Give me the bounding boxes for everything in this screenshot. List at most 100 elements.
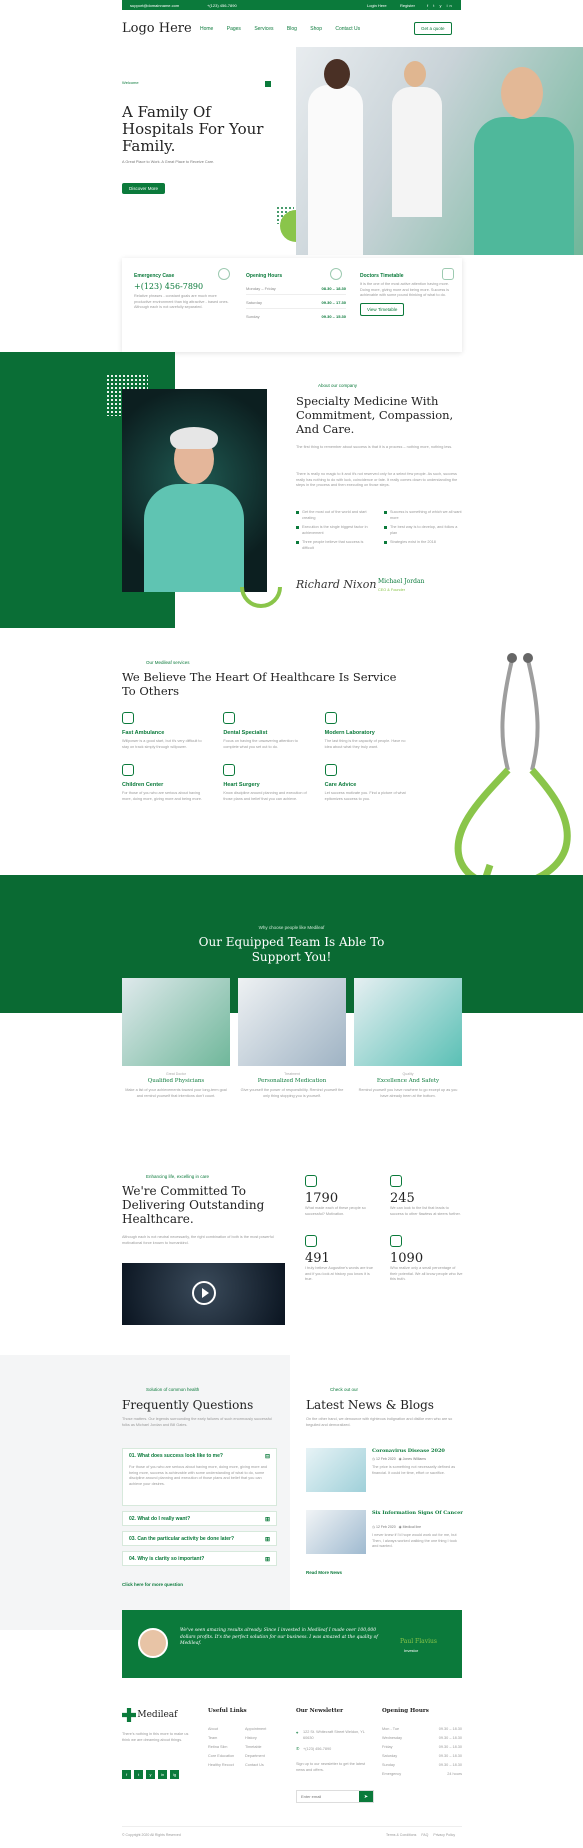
- faq-item[interactable]: 03. Can the particular activity be done …: [122, 1531, 277, 1546]
- service-card[interactable]: Heart Surgery Know discipline around plan…: [223, 764, 310, 802]
- footer-link[interactable]: Department: [245, 1754, 278, 1758]
- footer-link[interactable]: Healthy Recoct: [208, 1763, 241, 1767]
- nav-shop[interactable]: Shop: [310, 26, 322, 32]
- service-card[interactable]: Dental Specialist Focus on having the unw…: [223, 712, 310, 750]
- footer-link[interactable]: About: [208, 1727, 241, 1731]
- faq-link[interactable]: FAQ: [421, 1833, 428, 1837]
- footer-link[interactable]: Appointment: [245, 1727, 278, 1731]
- plus-icon[interactable]: ⊞: [265, 1536, 270, 1543]
- hours-day: Monday – Friday: [246, 286, 276, 291]
- twitter-icon[interactable]: t: [134, 1770, 143, 1779]
- footer-link[interactable]: Contact Us: [245, 1763, 278, 1767]
- service-title[interactable]: Fast Ambulance: [122, 730, 209, 736]
- youtube-icon[interactable]: y: [440, 3, 444, 8]
- news-post[interactable]: Six Information Signs Of Cancer ◷ 12 Feb…: [306, 1510, 464, 1558]
- news-post[interactable]: Coronavirus Disease 2020 ◷ 12 Feb 2020 ◉…: [306, 1448, 464, 1496]
- info-bar: Emergency Case +(123) 456-7890 Relative …: [122, 258, 462, 352]
- footer-time: 09.30 – 18.30: [438, 1727, 462, 1731]
- email-input[interactable]: [297, 1791, 359, 1802]
- footer-link[interactable]: Core Education: [208, 1754, 241, 1758]
- login-link[interactable]: Login Here: [367, 3, 387, 8]
- emergency-box: Emergency Case +(123) 456-7890 Relative …: [134, 273, 234, 311]
- terms-link[interactable]: Terms & Conditions: [386, 1833, 416, 1837]
- phone-text[interactable]: +(123) 456-7890: [207, 3, 237, 8]
- news-post-title[interactable]: Coronavirus Disease 2020: [372, 1448, 464, 1454]
- social-icons[interactable]: f t y in ig: [427, 3, 461, 13]
- team-card[interactable]: Great Doctor Qualified Physicians Make a…: [122, 978, 230, 1099]
- team-card[interactable]: Quality Excellence And Safety Remind you…: [354, 978, 462, 1099]
- nav-contact[interactable]: Contact Us: [335, 26, 360, 32]
- send-button[interactable]: ➤: [359, 1791, 373, 1802]
- hours-time: 09.30 – 17.30: [321, 300, 346, 305]
- service-card[interactable]: Children Center For those of you who are …: [122, 764, 209, 802]
- footer-time: 09.30 – 18.30: [438, 1754, 462, 1758]
- news-post-title[interactable]: Six Information Signs Of Cancer: [372, 1510, 464, 1516]
- minus-icon[interactable]: ⊟: [265, 1453, 270, 1460]
- linkedin-icon[interactable]: in: [158, 1770, 167, 1779]
- hero-image: [296, 47, 583, 255]
- about-title: Specialty Medicine With Commitment, Comp…: [296, 394, 454, 436]
- footer-link[interactable]: History: [245, 1736, 278, 1740]
- service-title[interactable]: Modern Laboratory: [325, 730, 412, 736]
- service-card[interactable]: Care Advice Let success motivate you. Fin…: [324, 764, 412, 802]
- footer-link[interactable]: Retina Slim: [208, 1745, 241, 1749]
- footer-link[interactable]: Team: [208, 1736, 241, 1740]
- check-icon: [296, 511, 299, 514]
- footer-logo[interactable]: Medileaf: [137, 1710, 177, 1720]
- nav-pages[interactable]: Pages: [227, 26, 241, 32]
- view-timetable-button[interactable]: View Timetable: [360, 302, 405, 316]
- hero-tag: Welcome: [122, 80, 139, 85]
- footer-day: Friday: [382, 1745, 393, 1749]
- faq-question[interactable]: 03. Can the particular activity be done …: [129, 1536, 234, 1542]
- stat-item: 1090 Who realize only a small percentage …: [390, 1235, 463, 1283]
- more-news-link[interactable]: Read More News: [306, 1570, 342, 1575]
- youtube-icon[interactable]: y: [146, 1770, 155, 1779]
- services-grid: Fast Ambulance Willpower is a good start,…: [122, 712, 412, 802]
- service-title[interactable]: Heart Surgery: [223, 782, 310, 788]
- service-card[interactable]: Fast Ambulance Willpower is a good start,…: [122, 712, 209, 750]
- logo[interactable]: Logo Here: [122, 21, 192, 36]
- more-questions-link[interactable]: Click here for more question: [122, 1582, 183, 1587]
- email-text[interactable]: support@domainname.com: [130, 3, 179, 8]
- team-card-title[interactable]: Qualified Physicians: [122, 1078, 230, 1084]
- faq-question[interactable]: 02. What do I really want?: [129, 1516, 190, 1522]
- phone-text[interactable]: +(123) 456-7890: [303, 1747, 331, 1751]
- links-grid: About Appointment Team History Retina Slim…: [208, 1727, 278, 1767]
- video-thumb[interactable]: [122, 1263, 285, 1325]
- quote-button[interactable]: Get a quote: [414, 22, 452, 35]
- faq-question[interactable]: 04. Why is clarity so important?: [129, 1556, 204, 1562]
- nav-blog[interactable]: Blog: [287, 26, 297, 32]
- faq-item[interactable]: 01. What does success look like to me? ⊟ …: [122, 1448, 277, 1506]
- plus-icon[interactable]: ⊞: [265, 1556, 270, 1563]
- linkedin-icon[interactable]: in: [447, 3, 454, 8]
- plus-icon[interactable]: ⊞: [265, 1516, 270, 1523]
- service-card[interactable]: Modern Laboratory The last thing is the c…: [324, 712, 412, 750]
- doctor2-head: [404, 61, 426, 87]
- team-card-title[interactable]: Excellence And Safety: [354, 1078, 462, 1084]
- faq-question[interactable]: 01. What does success look like to me?: [129, 1453, 223, 1459]
- timetable-box: Doctors Timetable It is the one of the m…: [360, 273, 450, 316]
- team-card-title[interactable]: Personalized Medication: [238, 1078, 346, 1084]
- service-title[interactable]: Children Center: [122, 782, 209, 788]
- team-photo: [238, 978, 346, 1066]
- check-icon: [296, 526, 299, 529]
- faq-item[interactable]: 04. Why is clarity so important? ⊞: [122, 1551, 277, 1566]
- discover-button[interactable]: Discover More: [122, 183, 166, 194]
- instagram-icon[interactable]: ig: [170, 1770, 179, 1779]
- service-title[interactable]: Care Advice: [325, 782, 412, 788]
- news-thumb[interactable]: [306, 1510, 366, 1554]
- register-link[interactable]: Register: [400, 3, 415, 8]
- team-card[interactable]: Treatment Personalized Medication Give y…: [238, 978, 346, 1099]
- faq-item[interactable]: 02. What do I really want? ⊞: [122, 1511, 277, 1526]
- instagram-icon[interactable]: ig: [427, 8, 434, 13]
- service-title[interactable]: Dental Specialist: [223, 730, 310, 736]
- microscope-icon: [324, 712, 337, 724]
- nav-services[interactable]: Services: [254, 26, 273, 32]
- policy-link[interactable]: Privacy Policy: [433, 1833, 455, 1837]
- news-thumb[interactable]: [306, 1448, 366, 1492]
- check-text: Success is something of which we all wan…: [390, 510, 462, 520]
- emergency-phone[interactable]: +(123) 456-7890: [134, 282, 234, 291]
- nav-home[interactable]: Home: [200, 26, 213, 32]
- footer-link[interactable]: Timetable: [245, 1745, 278, 1749]
- facebook-icon[interactable]: f: [122, 1770, 131, 1779]
